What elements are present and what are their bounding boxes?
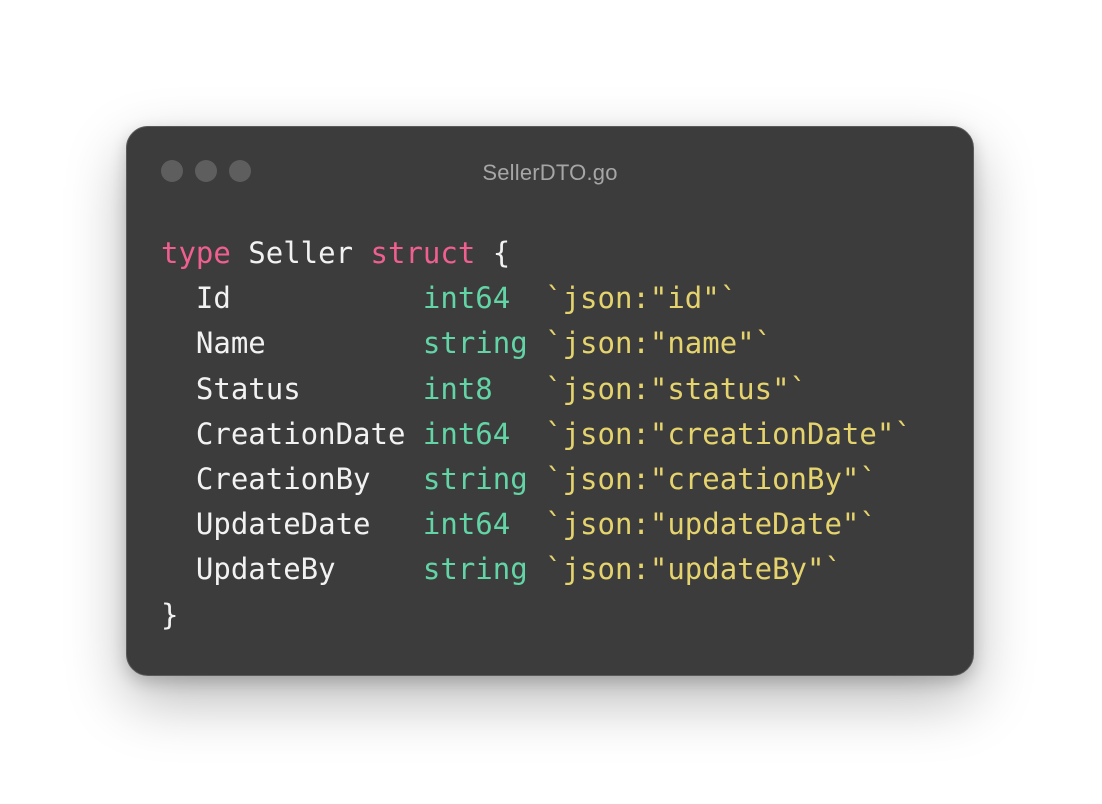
field-type: int64 <box>422 281 546 316</box>
title-bar: SellerDTO.go <box>127 127 973 223</box>
field-name: CreationBy <box>161 461 423 496</box>
code-line-field: CreationBy string `json:"creationBy"` <box>161 457 912 502</box>
field-tag: `json:"creationDate"` <box>545 416 912 451</box>
code-line-header: type Seller struct { <box>161 231 912 276</box>
struct-name: Seller <box>230 236 371 270</box>
open-brace: { <box>475 236 511 270</box>
field-type: int64 <box>422 416 546 451</box>
window-title: SellerDTO.go <box>482 160 618 185</box>
field-tag: `json:"creationBy"` <box>545 461 877 496</box>
canvas: SellerDTO.go type Seller struct { Id int… <box>0 0 1102 804</box>
field-name: CreationDate <box>161 416 423 451</box>
field-name: Status <box>161 371 423 406</box>
field-type: int8 <box>422 371 546 406</box>
field-tag: `json:"updateDate"` <box>545 507 877 542</box>
keyword-type: type <box>161 236 231 270</box>
field-type: int64 <box>422 507 546 542</box>
code-line-field: CreationDate int64 `json:"creationDate"` <box>161 412 912 457</box>
field-tag: `json:"status"` <box>545 371 808 406</box>
field-name: Id <box>161 281 423 316</box>
keyword-struct: struct <box>370 236 476 270</box>
field-tag: `json:"name"` <box>545 326 773 361</box>
code-line-field: Id int64 `json:"id"` <box>161 276 912 321</box>
close-brace: } <box>161 597 179 632</box>
field-type: string <box>422 326 546 361</box>
field-name: Name <box>161 326 423 361</box>
code-line-close: } <box>161 593 912 638</box>
field-name: UpdateBy <box>161 552 423 587</box>
field-type: string <box>422 552 546 587</box>
code-line-field: Name string `json:"name"` <box>161 321 912 366</box>
field-type: string <box>422 461 546 496</box>
code-line-field: Status int8 `json:"status"` <box>161 367 912 412</box>
code-line-field: UpdateDate int64 `json:"updateDate"` <box>161 502 912 547</box>
code-line-field: UpdateBy string `json:"updateBy"` <box>161 547 912 592</box>
code-block: type Seller struct { Id int64 `json:"id"… <box>161 231 912 638</box>
field-name: UpdateDate <box>161 507 423 542</box>
field-tag: `json:"id"` <box>545 281 738 316</box>
field-tag: `json:"updateBy"` <box>545 552 842 587</box>
code-window: SellerDTO.go type Seller struct { Id int… <box>126 126 974 676</box>
